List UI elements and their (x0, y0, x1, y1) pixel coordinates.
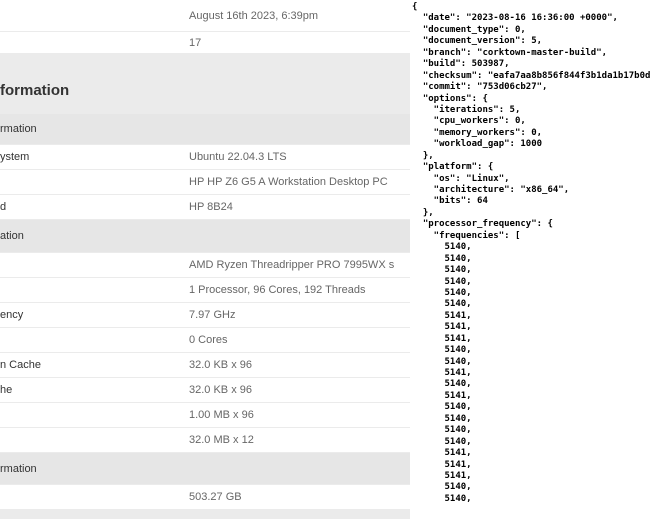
json-line: 5140, (412, 265, 472, 276)
info-row-frequency: ency 7.97 GHz (0, 303, 410, 327)
info-row-value: 32.0 KB x 96 (189, 359, 252, 371)
json-line: 5140, (412, 356, 472, 367)
section-title: formation (0, 82, 70, 99)
json-line: }, (412, 150, 434, 161)
info-row-value: 503.27 GB (189, 491, 242, 503)
group-header-label: rmation (0, 123, 37, 135)
json-line: "memory_workers": 0, (412, 127, 543, 138)
json-line: "document_version": 5, (412, 36, 543, 47)
json-line: 5140, (412, 242, 472, 253)
info-row-value: HP 8B24 (189, 201, 233, 213)
json-line: "branch": "corktown-master-build", (412, 47, 608, 58)
info-row-value: 1 Processor, 96 Cores, 192 Threads (189, 284, 366, 296)
json-line: 5141, (412, 448, 472, 459)
raw-json-panel[interactable]: { "date": "2023-08-16 16:36:00 +0000", "… (410, 0, 650, 519)
info-row-value: Ubuntu 22.04.3 LTS (189, 151, 287, 163)
system-info-panel: August 16th 2023, 6:39pm 17 formation rm… (0, 0, 410, 519)
json-line: 5141, (412, 322, 472, 333)
json-line: "document_type": 0, (412, 24, 526, 35)
info-row-value: 7.97 GHz (189, 309, 236, 321)
info-row-model: HP HP Z6 G5 A Workstation Desktop PC (0, 170, 410, 194)
json-line: 5141, (412, 368, 472, 378)
json-line: 5141, (412, 310, 472, 321)
info-row-value: HP HP Z6 G5 A Workstation Desktop PC (189, 176, 388, 188)
group-header: rmation (0, 114, 410, 144)
json-line: 5140, (412, 413, 472, 424)
json-line: "platform": { (412, 162, 494, 173)
info-row-value: August 16th 2023, 6:39pm (189, 9, 319, 22)
json-line: "date": "2023-08-16 16:36:00 +0000", (412, 13, 618, 24)
json-line: 5141, (412, 333, 472, 344)
info-row-processor: AMD Ryzen Threadripper PRO 7995WX s (0, 253, 410, 277)
info-row-label: ystem (0, 151, 30, 163)
json-line: "os": "Linux", (412, 173, 510, 184)
info-row-value: 17 (189, 36, 202, 49)
json-line: 5141, (412, 390, 472, 401)
json-line: 5140, (412, 276, 472, 287)
raw-json-text: { "date": "2023-08-16 16:36:00 +0000", "… (412, 2, 650, 505)
json-line: 5140, (412, 345, 472, 356)
info-row-date: August 16th 2023, 6:39pm (0, 0, 410, 31)
info-row-label: n Cache (0, 359, 41, 371)
json-line: 5140, (412, 402, 472, 413)
json-line: 5140, (412, 287, 472, 298)
info-row-label: d (0, 201, 7, 213)
json-line: "checksum": "eafa7aa8b856f844f3b1da1b17b… (412, 70, 650, 81)
info-row-topology: 1 Processor, 96 Cores, 192 Threads (0, 278, 410, 302)
info-row-memory: 503.27 GB (0, 485, 410, 509)
json-line: 5141, (412, 459, 472, 470)
info-row-label: he (0, 384, 13, 396)
json-line: "bits": 64 (412, 196, 488, 207)
json-line: "options": { (412, 93, 488, 104)
json-line: 5140, (412, 253, 472, 264)
json-line: 5140, (412, 425, 472, 436)
group-header: rmation (0, 453, 410, 484)
info-row-l2-cache: 1.00 MB x 96 (0, 403, 410, 427)
json-line: 5140, (412, 436, 472, 447)
info-row-l1-instruction-cache: n Cache 32.0 KB x 96 (0, 353, 410, 377)
info-row-value: AMD Ryzen Threadripper PRO 7995WX s (189, 259, 395, 271)
info-row-value: 0 Cores (189, 334, 228, 346)
info-row-operating-system: ystem Ubuntu 22.04.3 LTS (0, 145, 410, 169)
json-line: }, (412, 207, 434, 218)
info-row-l1-data-cache: he 32.0 KB x 96 (0, 378, 410, 402)
json-line: "commit": "753d06cb27", (412, 82, 548, 93)
json-line: "workload_gap": 1000 (412, 139, 543, 150)
group-header-label: ation (0, 230, 24, 242)
json-line: 5140, (412, 493, 472, 504)
json-line: "build": 503987, (412, 59, 510, 70)
info-row-motherboard: d HP 8B24 (0, 195, 410, 219)
json-line: { (412, 2, 418, 12)
info-row-value: 32.0 KB x 96 (189, 384, 252, 396)
info-row-value: 32.0 MB x 12 (189, 434, 254, 446)
info-row-cores: 0 Cores (0, 328, 410, 352)
json-line: "iterations": 5, (412, 104, 521, 115)
info-row-version: 17 (0, 32, 410, 53)
json-line: 5141, (412, 470, 472, 481)
json-line: "architecture": "x86_64", (412, 185, 570, 195)
json-line: "processor_frequency": { (412, 219, 553, 230)
info-row-value: 1.00 MB x 96 (189, 409, 254, 421)
json-line: "frequencies": [ (412, 230, 521, 241)
group-header: ation (0, 220, 410, 252)
json-line: 5140, (412, 379, 472, 390)
info-row-l3-cache: 32.0 MB x 12 (0, 428, 410, 452)
json-line: 5140, (412, 482, 472, 493)
info-row-label: ency (0, 309, 24, 321)
group-header-label: rmation (0, 462, 37, 475)
json-line: "cpu_workers": 0, (412, 116, 526, 127)
json-line: 5140, (412, 299, 472, 310)
